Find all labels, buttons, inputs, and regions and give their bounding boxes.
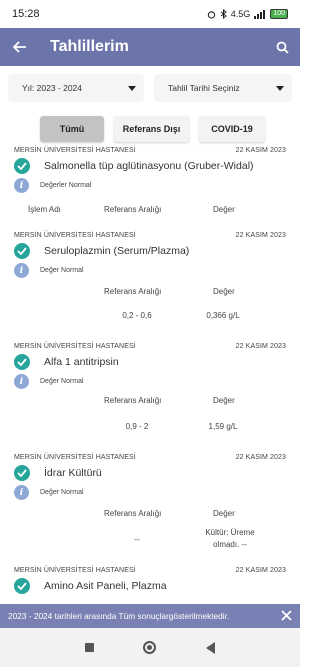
- tab-all[interactable]: Tümü: [40, 116, 104, 142]
- bluetooth-icon: [220, 9, 227, 19]
- result-status: Değerler Normal: [40, 182, 92, 189]
- check-icon: [14, 578, 30, 594]
- caret-down-icon: [128, 85, 137, 91]
- result-header: MERSİN ÜNİVERSİTESİ HASTANESİ 22 KASIM 2…: [0, 147, 300, 154]
- result-value-line-1: Kültür: Üreme: [205, 528, 255, 537]
- reference-range: 0,9 - 2: [125, 422, 149, 431]
- caret-down-icon: [276, 85, 284, 91]
- status-time: 15:28: [12, 8, 40, 20]
- hospital-name: MERSİN ÜNİVERSİTESİ HASTANESİ: [14, 567, 136, 574]
- result-date: 22 KASIM 2023: [235, 567, 286, 574]
- network-type: 4.5G: [230, 9, 251, 19]
- info-icon[interactable]: i: [14, 374, 29, 389]
- test-name: Salmonella tüp aglütinasyonu (Gruber-Wid…: [44, 160, 254, 172]
- hospital-name: MERSİN ÜNİVERSİTESİ HASTANESİ: [14, 343, 136, 350]
- result-value: 1,59 g/L: [208, 422, 238, 431]
- test-name: Seruloplazmin (Serum/Plazma): [44, 245, 190, 257]
- result-card[interactable]: MERSİN ÜNİVERSİTESİ HASTANESİ 22 KASIM 2…: [0, 232, 300, 320]
- hospital-name: MERSİN ÜNİVERSİTESİ HASTANESİ: [14, 454, 136, 461]
- tab-covid19[interactable]: COVID-19: [199, 116, 265, 142]
- search-icon: [276, 41, 289, 54]
- date-select[interactable]: Tahlil Tarihi Seçiniz: [154, 74, 292, 102]
- result-date: 22 KASIM 2023: [235, 147, 286, 154]
- check-icon: [14, 158, 30, 174]
- result-value: 0,366 g/L: [206, 311, 240, 320]
- column-range-label: Referans Aralığı: [104, 205, 162, 214]
- result-value-line-2: olmadı. --: [213, 540, 247, 549]
- result-card[interactable]: MERSİN ÜNİVERSİTESİ HASTANESİ 22 KASIM 2…: [0, 567, 300, 594]
- tab-out-of-reference[interactable]: Referans Dışı: [114, 116, 189, 142]
- column-range-label: Referans Aralığı: [104, 396, 162, 405]
- recent-apps-button[interactable]: [84, 643, 94, 652]
- tab-bar: Tümü Referans Dışı COVID-19: [40, 116, 265, 142]
- column-value-label: Değer: [213, 396, 235, 405]
- test-name: Amino Asit Paneli, Plazma: [44, 580, 167, 592]
- result-date: 22 KASIM 2023: [235, 454, 286, 461]
- snackbar: 2023 - 2024 tarihleri arasında Tüm sonuç…: [0, 604, 300, 628]
- result-header: MERSİN ÜNİVERSİTESİ HASTANESİ 22 KASIM 2…: [0, 232, 300, 239]
- hospital-name: MERSİN ÜNİVERSİTESİ HASTANESİ: [14, 232, 136, 239]
- back-button[interactable]: [0, 37, 40, 58]
- signal-icon: [254, 9, 266, 19]
- result-status: Değer Normal: [40, 267, 84, 274]
- system-nav-bar: [0, 628, 300, 667]
- column-value-label: Değer: [213, 287, 235, 296]
- result-date: 22 KASIM 2023: [235, 232, 286, 239]
- filter-bar: Yıl: 2023 - 2024 Tahlil Tarihi Seçiniz: [8, 74, 292, 102]
- year-select-value: Yıl: 2023 - 2024: [22, 83, 83, 93]
- page-title: Tahlillerim: [50, 38, 129, 55]
- close-icon: [281, 609, 292, 621]
- column-value-label: Değer: [213, 509, 235, 518]
- battery-icon: 100: [270, 9, 288, 19]
- info-icon[interactable]: i: [14, 485, 29, 500]
- system-back-button[interactable]: [206, 641, 216, 654]
- result-header: MERSİN ÜNİVERSİTESİ HASTANESİ 22 KASIM 2…: [0, 454, 300, 461]
- result-status: Değer Normal: [40, 378, 84, 385]
- check-icon: [14, 243, 30, 259]
- column-value-label: Değer: [213, 205, 235, 214]
- result-card[interactable]: MERSİN ÜNİVERSİTESİ HASTANESİ 22 KASIM 2…: [0, 454, 300, 549]
- reference-range: --: [134, 535, 140, 544]
- test-name: Alfa 1 antitripsin: [44, 356, 119, 368]
- check-icon: [14, 354, 30, 370]
- hospital-name: MERSİN ÜNİVERSİTESİ HASTANESİ: [14, 147, 136, 154]
- snackbar-close-button[interactable]: [281, 609, 292, 623]
- result-date: 22 KASIM 2023: [235, 343, 286, 350]
- result-card[interactable]: MERSİN ÜNİVERSİTESİ HASTANESİ 22 KASIM 2…: [0, 147, 300, 214]
- reference-range: 0,2 - 0,6: [122, 311, 152, 320]
- date-select-placeholder: Tahlil Tarihi Seçiniz: [168, 83, 240, 93]
- info-icon[interactable]: i: [14, 263, 29, 278]
- column-range-label: Referans Aralığı: [104, 287, 162, 296]
- arrow-left-icon: [12, 40, 26, 53]
- column-range-label: Referans Aralığı: [104, 509, 162, 518]
- year-select[interactable]: Yıl: 2023 - 2024: [8, 74, 145, 102]
- status-icons: 4.5G 100: [207, 9, 288, 19]
- snackbar-message: 2023 - 2024 tarihleri arasında Tüm sonuç…: [8, 611, 230, 621]
- info-icon[interactable]: i: [14, 178, 29, 193]
- result-card[interactable]: MERSİN ÜNİVERSİTESİ HASTANESİ 22 KASIM 2…: [0, 343, 300, 431]
- search-button[interactable]: [264, 41, 300, 54]
- result-header: MERSİN ÜNİVERSİTESİ HASTANESİ 22 KASIM 2…: [0, 567, 300, 574]
- alarm-icon: [207, 10, 215, 19]
- home-button[interactable]: [143, 641, 157, 654]
- app-bar: Tahlillerim: [0, 28, 300, 66]
- column-process-label: İşlem Adı: [28, 205, 61, 214]
- check-icon: [14, 465, 30, 481]
- result-status: Değer Normal: [40, 489, 84, 496]
- status-bar: 15:28 4.5G 100: [0, 0, 300, 28]
- test-name: İdrar Kültürü: [44, 467, 102, 479]
- result-header: MERSİN ÜNİVERSİTESİ HASTANESİ 22 KASIM 2…: [0, 343, 300, 350]
